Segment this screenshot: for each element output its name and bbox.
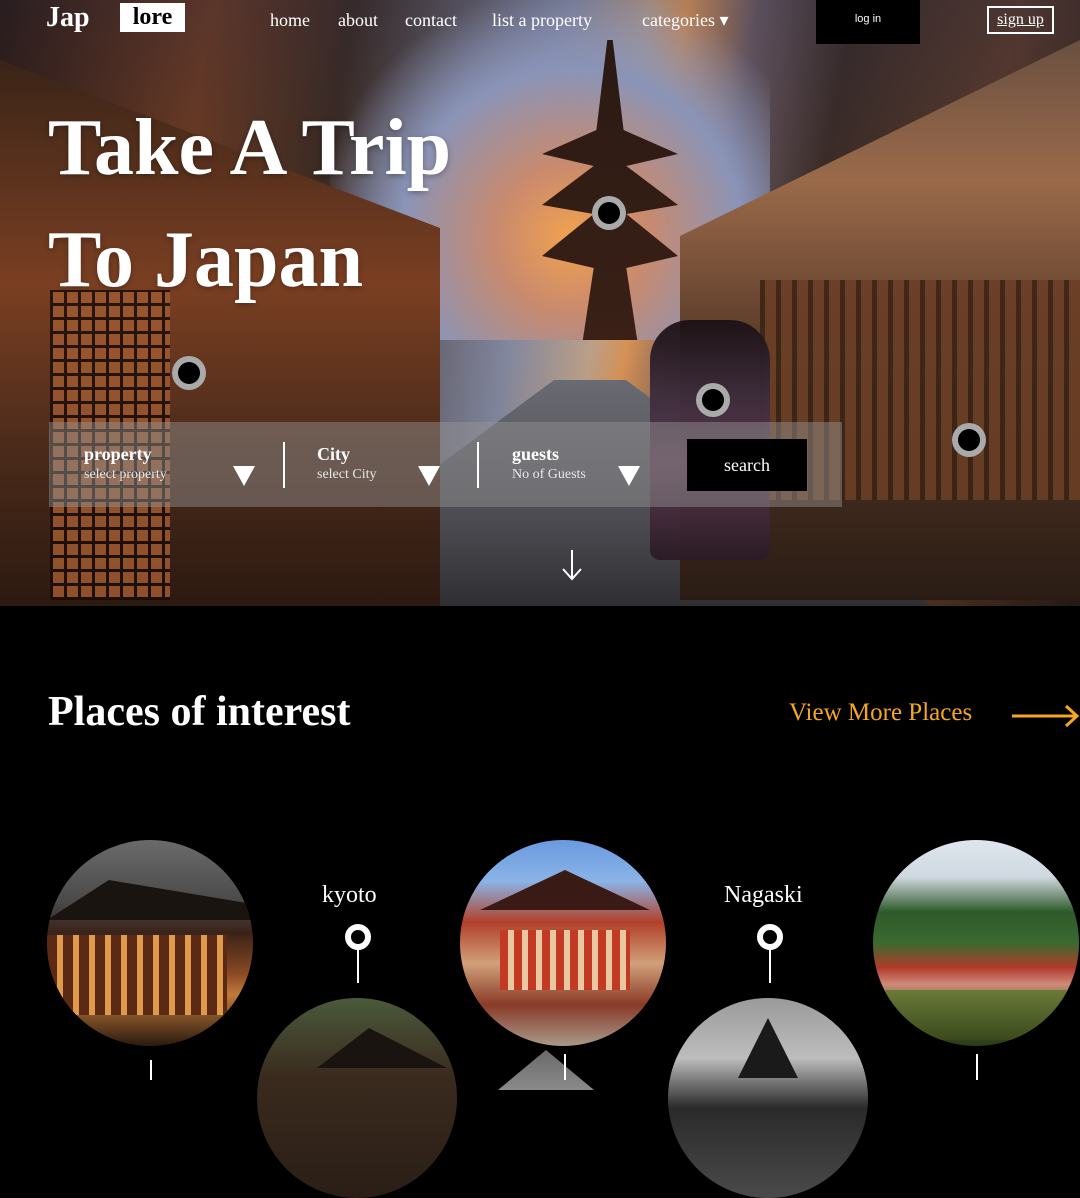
search-bar: property select property City select Cit…: [49, 422, 842, 507]
logo-text[interactable]: Jap: [46, 2, 90, 34]
login-button[interactable]: log in: [816, 0, 920, 44]
temple-facade: [47, 935, 227, 1015]
nav-home[interactable]: home: [270, 10, 310, 31]
guests-select[interactable]: guests No of Guests: [512, 444, 586, 483]
pond: [873, 990, 1079, 1040]
map-pin-icon[interactable]: [757, 924, 783, 950]
hero-headline: Take A Trip To Japan: [48, 92, 451, 316]
nav-about[interactable]: about: [338, 10, 378, 31]
location-marker-icon[interactable]: [592, 196, 626, 230]
property-label: property: [84, 444, 152, 464]
place-photo-octagonal-temple[interactable]: [460, 840, 666, 1046]
field-divider: [283, 442, 285, 488]
chevron-down-icon[interactable]: [618, 466, 640, 486]
nav-list-property[interactable]: list a property: [492, 10, 592, 31]
signup-button[interactable]: sign up: [987, 6, 1054, 34]
city-label: City: [317, 444, 350, 464]
city-label-nagaski[interactable]: Nagaski: [724, 882, 803, 909]
property-select[interactable]: property select property: [84, 444, 167, 483]
roof-shape: [47, 880, 253, 920]
place-photo-shrine[interactable]: [257, 998, 457, 1198]
temple-facade: [500, 930, 630, 990]
nav-categories[interactable]: categories ▾: [642, 10, 729, 31]
guests-label: guests: [512, 444, 560, 464]
roof-shape: [480, 870, 650, 910]
property-placeholder: select property: [84, 467, 167, 482]
chevron-down-icon[interactable]: [418, 466, 440, 486]
field-divider: [477, 442, 479, 488]
city-placeholder: select City: [317, 467, 377, 482]
location-marker-icon[interactable]: [696, 383, 730, 417]
place-photo-castle[interactable]: [668, 998, 868, 1198]
view-more-link[interactable]: View More Places: [789, 699, 972, 727]
hero-title-line-2: To Japan: [48, 216, 363, 304]
arrow-right-icon[interactable]: [1012, 703, 1080, 729]
guests-placeholder: No of Guests: [512, 467, 586, 482]
nav-contact[interactable]: contact: [405, 10, 457, 31]
city-label-kyoto[interactable]: kyoto: [322, 882, 377, 909]
timeline-stub: [150, 1060, 152, 1080]
location-marker-icon[interactable]: [952, 423, 986, 457]
pin-stem: [357, 949, 359, 983]
mountain-photo-fragment: [498, 1050, 594, 1090]
hero-title-line-1: Take A Trip: [48, 104, 452, 192]
place-photo-temple-night[interactable]: [47, 840, 253, 1046]
roof-shape: [317, 1028, 447, 1068]
timeline-stub: [976, 1054, 978, 1080]
chevron-down-icon[interactable]: [233, 466, 255, 486]
search-button[interactable]: search: [687, 439, 807, 491]
arrow-down-icon[interactable]: [560, 548, 584, 582]
section-title: Places of interest: [48, 689, 351, 735]
logo-badge[interactable]: lore: [120, 3, 185, 32]
castle-roof: [738, 1018, 798, 1078]
city-select[interactable]: City select City: [317, 444, 377, 483]
timeline-stub: [564, 1054, 566, 1080]
top-nav: Jap lore home about contact list a prope…: [0, 0, 1080, 44]
place-photo-byodoin[interactable]: [873, 840, 1079, 1046]
pin-stem: [769, 949, 771, 983]
map-pin-icon[interactable]: [345, 924, 371, 950]
location-marker-icon[interactable]: [172, 356, 206, 390]
